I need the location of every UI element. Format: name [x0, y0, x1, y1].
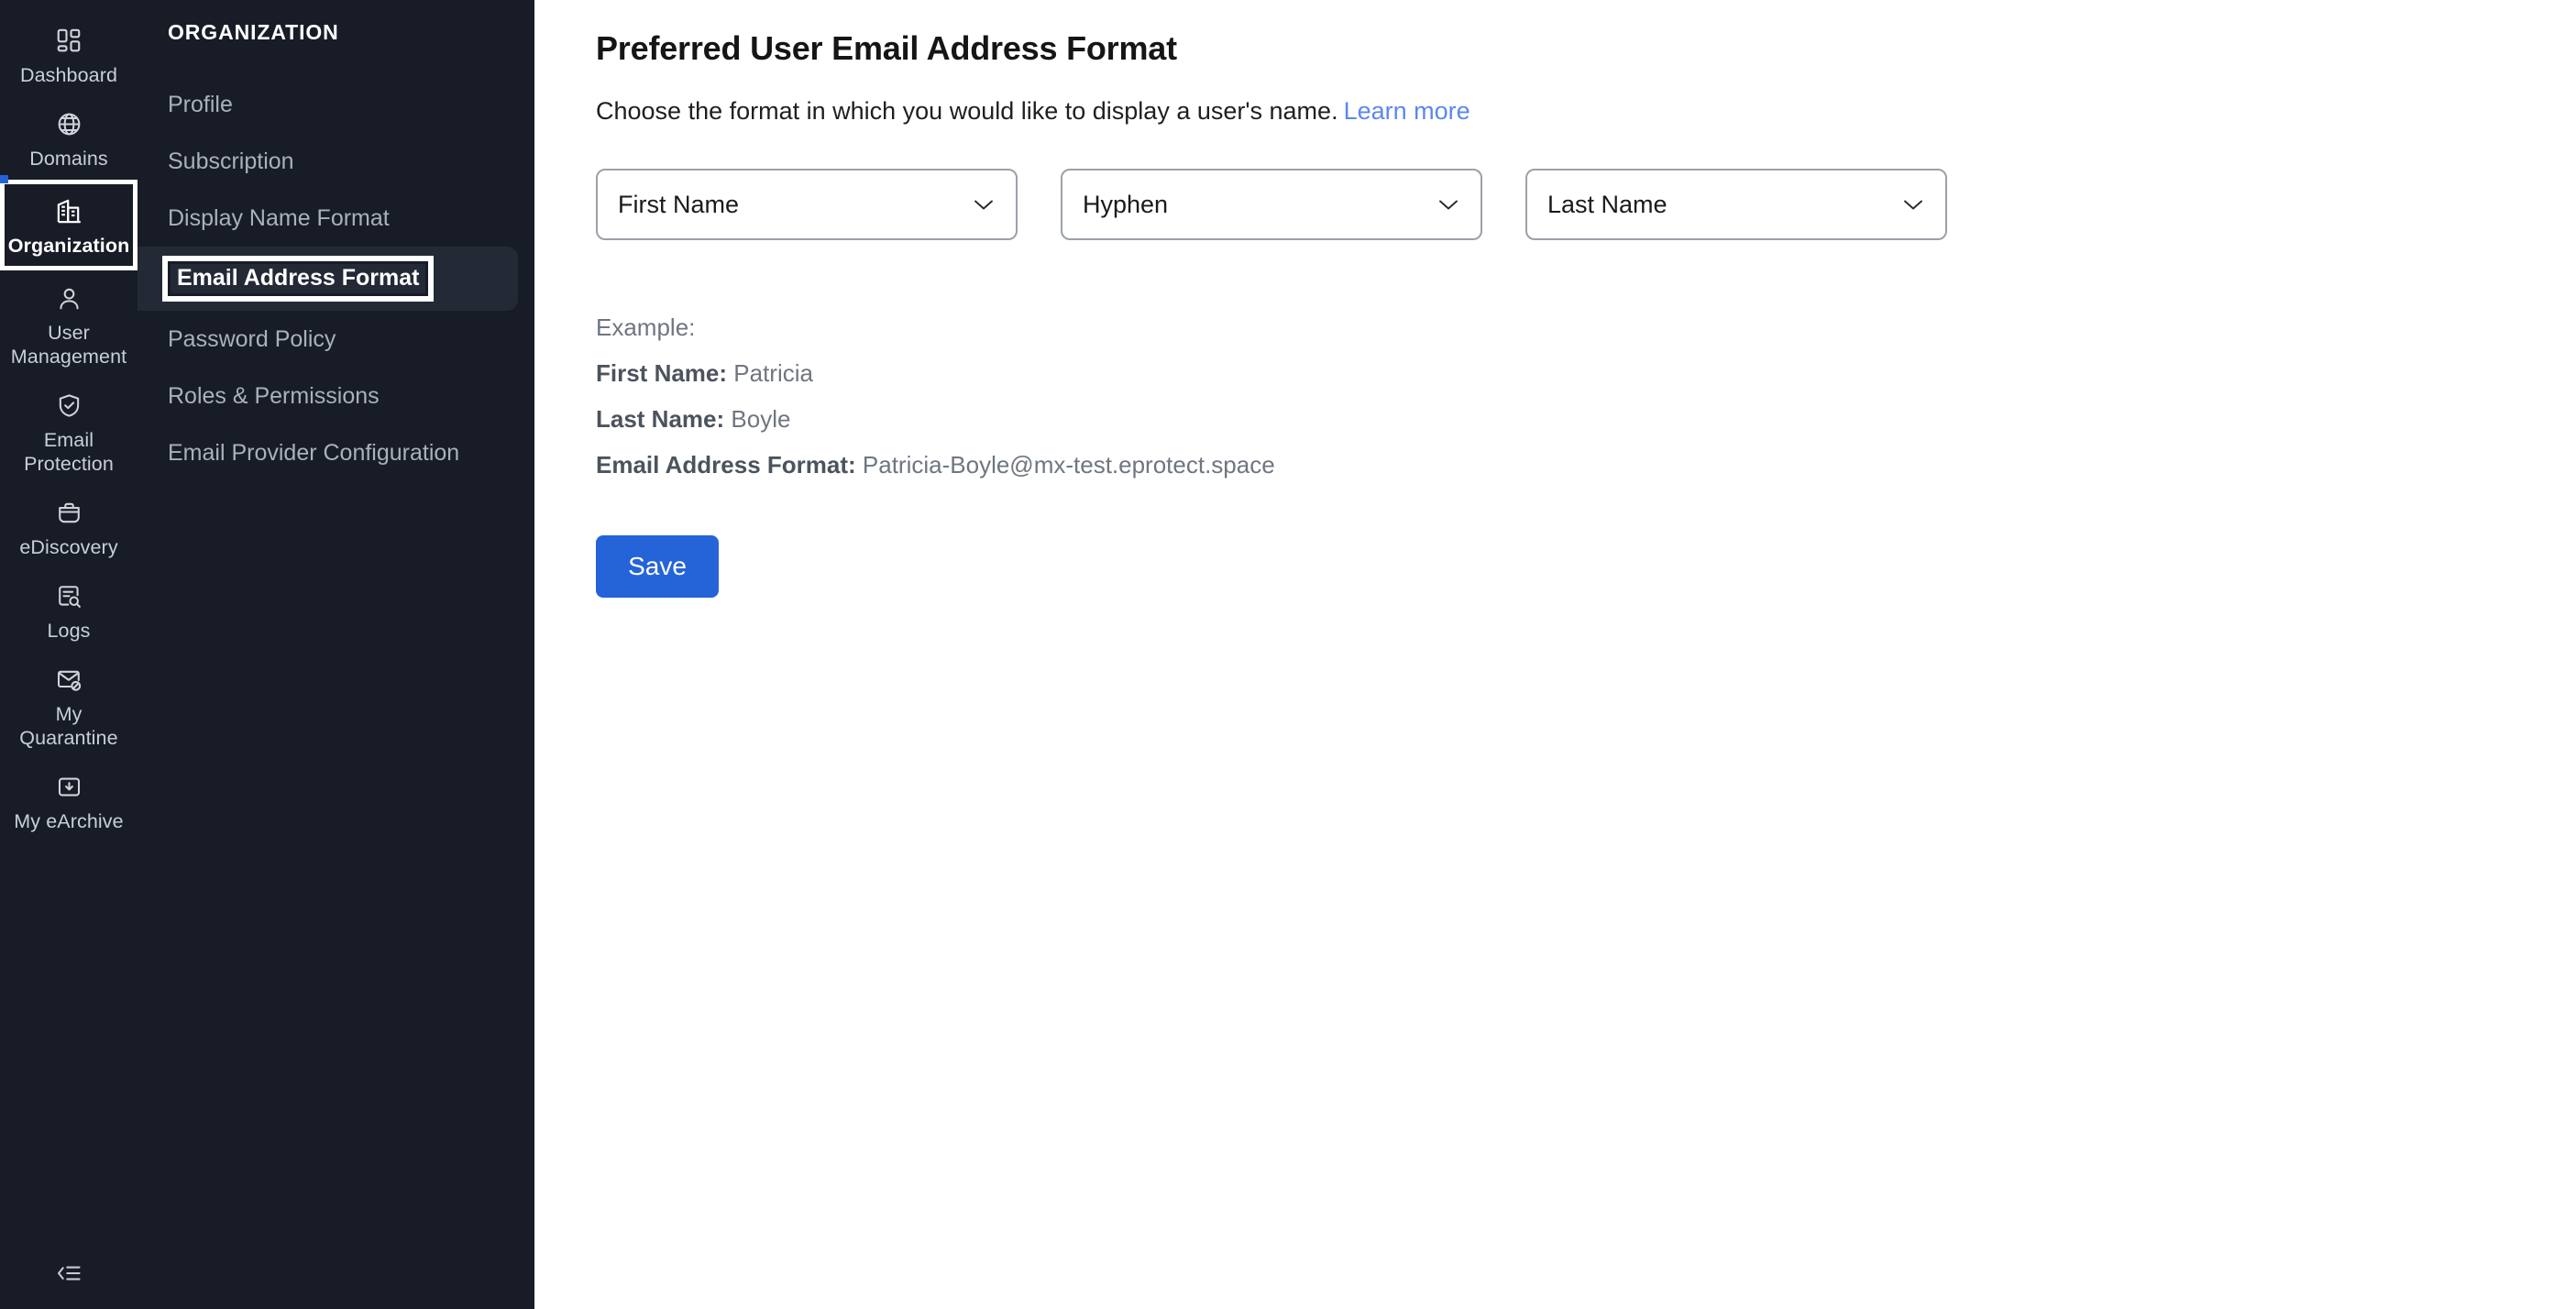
rail-item-label: Organization	[7, 235, 130, 257]
learn-more-link[interactable]: Learn more	[1344, 97, 1470, 125]
subnav-item-subscription[interactable]: Subscription	[138, 133, 518, 190]
rail-item-label: eDiscovery	[19, 536, 118, 558]
example-email-format-label: Email Address Format:	[596, 451, 856, 478]
rail-item-user-management[interactable]: User Management	[0, 270, 138, 378]
example-first-name-value: Patricia	[733, 359, 813, 387]
example-first-name-label: First Name:	[596, 359, 728, 387]
subnav-item-label: Profile	[168, 92, 233, 117]
subnav-item-email-address-format[interactable]: Email Address Format	[138, 247, 518, 311]
subnav-item-label: Email Provider Configuration	[168, 440, 460, 466]
subnav-item-label: Password Policy	[168, 326, 336, 352]
example-email-format-row: Email Address Format: Patricia-Boyle@mx-…	[596, 442, 2576, 488]
archive-download-icon	[54, 772, 83, 801]
rail-item-label: User Management	[10, 322, 127, 368]
rail-item-my-quarantine[interactable]: My Quarantine	[0, 652, 138, 759]
document-search-icon	[54, 581, 83, 610]
format-select-row: First Name Hyphen Last Name	[596, 169, 2576, 240]
rail-item-my-earchive[interactable]: My eArchive	[0, 759, 138, 842]
rail-item-label: Logs	[47, 620, 91, 642]
user-icon	[54, 283, 83, 313]
subnav-item-label: Roles & Permissions	[168, 383, 380, 409]
page-title: Preferred User Email Address Format	[596, 29, 1177, 67]
rail-item-label: My eArchive	[14, 810, 124, 832]
last-part-select-value: Last Name	[1547, 190, 1668, 218]
sidebar: Dashboard Domains Organization User Mana…	[0, 0, 534, 1309]
subnav-item-label: Subscription	[168, 148, 294, 174]
example-first-name-row: First Name: Patricia	[596, 350, 2576, 396]
chevron-down-icon	[972, 192, 996, 216]
first-part-select-value: First Name	[618, 190, 740, 218]
envelope-blocked-icon	[54, 665, 83, 694]
page-description-text: Choose the format in which you would lik…	[596, 97, 1338, 125]
example-email-format-value: Patricia-Boyle@mx-test.eprotect.space	[862, 451, 1275, 478]
collapse-sidebar-button[interactable]	[0, 1262, 138, 1289]
globe-icon	[54, 109, 83, 138]
separator-select-value: Hyphen	[1083, 190, 1169, 218]
subnav-item-label: Email Address Format	[161, 256, 435, 302]
rail-item-domains[interactable]: Domains	[0, 96, 138, 180]
rail-item-organization[interactable]: Organization	[0, 175, 138, 270]
rail-item-label: Email Protection	[24, 429, 114, 475]
example-block: Example: First Name: Patricia Last Name:…	[596, 304, 2576, 488]
primary-nav-rail: Dashboard Domains Organization User Mana…	[0, 0, 138, 1309]
example-last-name-value: Boyle	[731, 405, 791, 433]
example-last-name-row: Last Name: Boyle	[596, 396, 2576, 442]
briefcase-icon	[54, 498, 83, 527]
rail-item-label: Domains	[29, 148, 108, 170]
separator-select[interactable]: Hyphen	[1061, 169, 1482, 240]
save-button[interactable]: Save	[596, 535, 719, 598]
subnav-item-profile[interactable]: Profile	[138, 76, 518, 133]
rail-item-ediscovery[interactable]: eDiscovery	[0, 485, 138, 568]
main-content: Preferred User Email Address Format Choo…	[534, 0, 2576, 1309]
app-root: Dashboard Domains Organization User Mana…	[0, 0, 2576, 1309]
last-part-select[interactable]: Last Name	[1525, 169, 1947, 240]
rail-item-logs[interactable]: Logs	[0, 568, 138, 652]
page-description: Choose the format in which you would lik…	[596, 95, 2576, 126]
secondary-nav-title: ORGANIZATION	[168, 20, 339, 44]
subnav-item-display-name-format[interactable]: Display Name Format	[138, 190, 518, 247]
subnav-item-roles-permissions[interactable]: Roles & Permissions	[138, 368, 518, 424]
building-icon	[54, 196, 83, 226]
collapse-sidebar-icon	[55, 1262, 83, 1289]
dashboard-grid-icon	[54, 26, 83, 55]
subnav-item-label: Display Name Format	[168, 205, 390, 231]
first-part-select[interactable]: First Name	[596, 169, 1018, 240]
chevron-down-icon	[1901, 192, 1925, 216]
rail-item-email-protection[interactable]: Email Protection	[0, 378, 138, 485]
secondary-nav: ORGANIZATION Profile Subscription Displa…	[138, 0, 534, 1309]
shield-check-icon	[54, 390, 83, 420]
rail-item-label: Dashboard	[19, 64, 118, 86]
subnav-item-password-policy[interactable]: Password Policy	[138, 311, 518, 368]
rail-item-label: My Quarantine	[19, 703, 118, 749]
example-heading: Example:	[596, 314, 696, 341]
example-last-name-label: Last Name:	[596, 405, 725, 433]
subnav-item-email-provider-configuration[interactable]: Email Provider Configuration	[138, 424, 518, 481]
rail-item-dashboard[interactable]: Dashboard	[0, 13, 138, 96]
chevron-down-icon	[1437, 192, 1460, 216]
